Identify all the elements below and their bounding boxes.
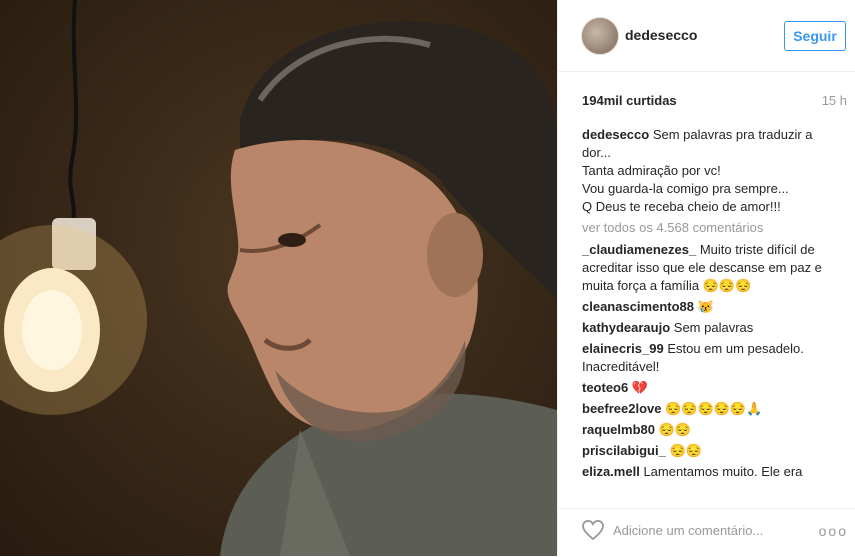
comment-text: 😔😔	[658, 422, 691, 437]
comment-text: Lamentamos muito. Ele era	[643, 464, 803, 479]
post-footer: Adicione um comentário... ooo	[558, 508, 855, 557]
caption-username[interactable]: dedesecco	[582, 127, 649, 142]
post-photo	[0, 0, 557, 556]
heart-icon[interactable]	[582, 519, 604, 545]
comment-username[interactable]: cleanascimento88	[582, 299, 694, 314]
post-image-art	[0, 0, 557, 556]
comment-username[interactable]: kathydearaujo	[582, 320, 670, 335]
view-all-comments-link[interactable]: ver todos os 4.568 comentários	[582, 219, 844, 237]
comment-item: _claudiamenezes_ Muito triste difícil de…	[582, 241, 844, 295]
add-comment-input[interactable]: Adicione um comentário...	[613, 523, 763, 538]
comment-text: 😿	[697, 299, 714, 314]
comment-username[interactable]: beefree2love	[582, 401, 662, 416]
comment-username[interactable]: elainecris_99	[582, 341, 664, 356]
comment-item: cleanascimento88 😿	[582, 298, 844, 316]
more-options-icon[interactable]: ooo	[819, 523, 848, 539]
post-header: dedesecco Seguir	[558, 0, 855, 72]
comment-text: 💔	[631, 380, 649, 395]
comment-item: elainecris_99 Estou em um pesadelo. Inac…	[582, 340, 844, 376]
likes-count[interactable]: 194mil curtidas	[582, 93, 677, 108]
comment-username[interactable]: eliza.mell	[582, 464, 640, 479]
comment-item: raquelmb80 😔😔	[582, 421, 844, 439]
comment-text: 😔😔	[669, 443, 702, 458]
comment-text: 😔😔😔😔😔🙏	[665, 401, 763, 416]
comment-item: teoteo6 💔	[582, 379, 844, 397]
post-side-panel: dedesecco Seguir 194mil curtidas 15 h de…	[557, 0, 855, 556]
comment-username[interactable]: priscilabigui_	[582, 443, 666, 458]
comment-username[interactable]: _claudiamenezes_	[582, 242, 696, 257]
comment-item: beefree2love 😔😔😔😔😔🙏	[582, 400, 844, 418]
caption: dedesecco Sem palavras pra traduzir a do…	[582, 126, 844, 216]
follow-button[interactable]: Seguir	[784, 21, 846, 51]
comment-item: priscilabigui_ 😔😔	[582, 442, 844, 460]
comments-list: dedesecco Sem palavras pra traduzir a do…	[582, 126, 844, 484]
comment-item: kathydearaujo Sem palavras	[582, 319, 844, 337]
comment-text: Sem palavras	[673, 320, 754, 335]
post-username[interactable]: dedesecco	[625, 27, 697, 43]
post-time: 15 h	[821, 93, 847, 108]
comment-username[interactable]: raquelmb80	[582, 422, 655, 437]
avatar[interactable]	[581, 17, 619, 55]
comment-item: eliza.mell Lamentamos muito. Ele era	[582, 463, 844, 481]
comment-username[interactable]: teoteo6	[582, 380, 628, 395]
